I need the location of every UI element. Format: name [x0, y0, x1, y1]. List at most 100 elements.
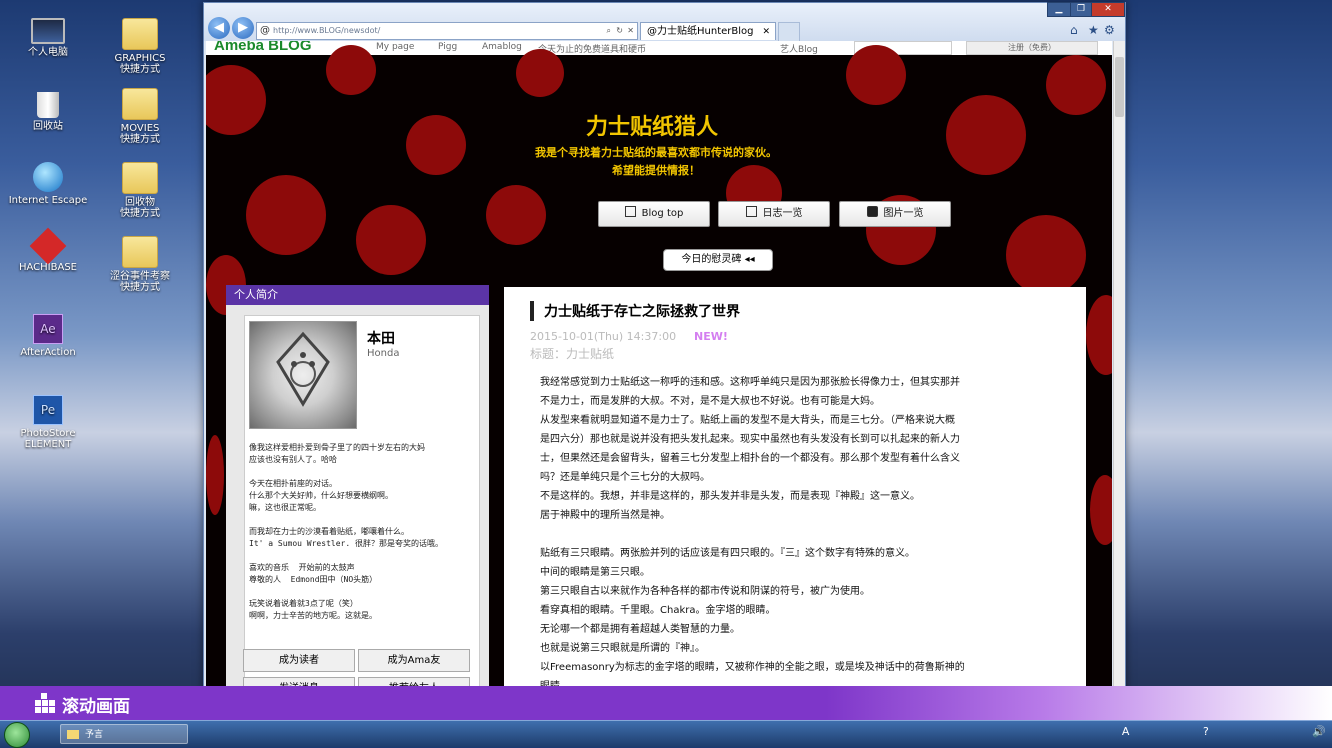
folder-shortcut-icon: [122, 18, 158, 50]
desktop-icon-label: 回收物 快捷方式: [120, 197, 160, 219]
nav-label: 图片一览: [883, 208, 924, 219]
entry-line: 不是力士，而是发胖的大叔。不对，是不是大叔也不好说。也有可能是大妈。: [540, 396, 880, 407]
ameba-link-mypage[interactable]: My page: [376, 42, 414, 52]
desktop-icon-label: PhotoStore ELEMENT: [20, 428, 76, 450]
nav-blog-top-button[interactable]: Blog top: [598, 201, 710, 227]
desktop-icon-pc[interactable]: 个人电脑: [8, 18, 88, 58]
desktop-icon-photostore[interactable]: Pe PhotoStore ELEMENT: [8, 395, 88, 450]
entry-line: 第三只眼自古以来就作为各种各样的都市传说和阴谋的符号，被广为使用。: [540, 586, 870, 597]
folder-shortcut-icon: [122, 236, 158, 268]
folder-shortcut-icon: [122, 162, 158, 194]
blog-subtitle-line2: 希望能提供情报！: [612, 164, 700, 177]
decor-blot: [1090, 475, 1112, 545]
profile-bio: 像我这样爱相扑爱到骨子里了的四十岁左右的大妈 应该也没有别人了。哈哈 今天在相扑…: [249, 443, 443, 620]
desktop-icon-afteraction[interactable]: Ae AfterAction: [8, 314, 88, 358]
desktop-icon-graphics[interactable]: GRAPHICS 快捷方式: [100, 18, 180, 75]
entry-title[interactable]: 力士贴纸于存亡之际拯救了世界: [530, 301, 740, 321]
ameba-logo[interactable]: Ameba BLOG: [214, 41, 312, 54]
decor-blot: [516, 49, 564, 97]
desktop-icon-recycle[interactable]: 回收站: [8, 92, 88, 132]
start-button[interactable]: [4, 722, 30, 748]
browser-window: ◀ ▶ @ http://www.BLOG/newsdot/ ⌕ ↻ ✕ @力士贴…: [203, 2, 1126, 720]
page-icon: [745, 206, 757, 217]
decor-blot: [356, 205, 426, 275]
blog-title[interactable]: 力士贴纸猎人: [586, 109, 718, 141]
entry-line: 贴纸有三只眼睛。两张脸并列的话应该是有四只眼的。『三』这个数字有特殊的意义。: [540, 548, 915, 559]
new-tab-button[interactable]: [778, 22, 800, 42]
afteraction-icon: Ae: [33, 314, 63, 344]
decor-blot: [486, 185, 546, 245]
desktop-icon-movies[interactable]: MOVIES 快捷方式: [100, 88, 180, 145]
ameba-link-celeb[interactable]: 艺人Blog: [780, 42, 818, 55]
back-button[interactable]: ◀: [208, 17, 230, 39]
ameba-register-button[interactable]: 注册（免费）: [966, 41, 1098, 55]
nav-images-button[interactable]: 图片一览: [839, 201, 951, 227]
camera-icon: [866, 206, 878, 217]
ameba-link-amablog[interactable]: Amablog: [482, 42, 522, 52]
photostore-icon: Pe: [33, 395, 63, 425]
entry-line: 士，但果然还是会留背头，留着三七分发型上相扑台的一个都没有。那么那个发型有着什么…: [540, 453, 960, 464]
avatar[interactable]: [249, 321, 357, 429]
entry-date: 2015-10-01(Thu) 14:37:00: [530, 330, 677, 343]
profile-card: 本田 Honda 像我这样爱相扑爱到骨子里了的四十岁左右的大妈 应该也没有别人了…: [243, 315, 480, 717]
gear-icon[interactable]: ⚙: [1104, 23, 1115, 37]
ime-icon[interactable]: A: [1122, 725, 1130, 738]
profile-name-romaji: Honda: [367, 348, 400, 359]
desktop-icon-label: AfterAction: [20, 347, 76, 358]
desktop-icon-shibuya[interactable]: 涩谷事件考察 快捷方式: [100, 236, 180, 293]
system-tray[interactable]: A ? 🔊: [1122, 725, 1326, 738]
entry-line: 不是这样的。我想，并非是这样的，那头发并非是头发，而是表现『神殿』这一意义。: [540, 491, 920, 502]
minimize-button[interactable]: ▁: [1047, 2, 1071, 17]
grid-icon: [35, 693, 55, 713]
search-icon[interactable]: ⌕: [607, 23, 611, 39]
close-tab-icon[interactable]: ✕: [762, 23, 770, 41]
maximize-button[interactable]: ❐: [1070, 2, 1092, 17]
taskbar-task[interactable]: 予言: [60, 724, 188, 744]
entry-line: 也就是说第三只眼就是所谓的『神』。: [540, 643, 705, 654]
nav-entries-button[interactable]: 日志一览: [718, 201, 830, 227]
decor-blot: [1046, 55, 1106, 115]
decor-blot: [206, 435, 224, 515]
address-text: http://www.BLOG/newsdot/: [273, 26, 381, 35]
scrollbar-thumb[interactable]: [1115, 57, 1124, 117]
recycle-bin-icon: [37, 92, 59, 118]
nav-label: 日志一览: [762, 208, 803, 219]
address-bar[interactable]: @ http://www.BLOG/newsdot/ ⌕ ↻ ✕: [256, 22, 638, 40]
irei-button[interactable]: 今日的慰灵碑 ◂◂: [663, 249, 773, 271]
entry-line: 看穿真相的眼睛。千里眼。Chakra。金字塔的眼睛。: [540, 605, 776, 616]
profile-header: 个人简介: [226, 285, 489, 305]
become-reader-button[interactable]: 成为读者: [243, 649, 355, 672]
home-icon[interactable]: ⌂: [1070, 23, 1078, 37]
favorites-star-icon[interactable]: ★: [1088, 23, 1099, 37]
profile-sidebar: 个人简介 本田 Honda 像我这样爱相扑爱到骨子里了的四十岁左右的大妈 应该也…: [226, 285, 489, 717]
entry-line: 是四六分）那也就是说并没有把头发扎起来。现实中虽然也有头发没有长到可以扎起来的新…: [540, 434, 960, 445]
entry-line: [540, 525, 1050, 544]
stop-icon[interactable]: ✕: [627, 23, 634, 39]
become-ama-friend-button[interactable]: 成为Ama友: [358, 649, 470, 672]
desktop-icon-label: MOVIES 快捷方式: [120, 123, 160, 145]
entry-line: 吗？还是单纯只是个三七分的大叔吗。: [540, 472, 710, 483]
vertical-scrollbar[interactable]: [1113, 41, 1125, 717]
desktop-icon-recycled[interactable]: 回收物 快捷方式: [100, 162, 180, 219]
ameba-link-pigg[interactable]: Pigg: [438, 42, 457, 52]
entry-line: 从发型来看就明显知道不是力士了。贴纸上画的发型不是大背头，而是三七分。（严格来说…: [540, 415, 955, 426]
desktop-icon-hachibase[interactable]: HACHIBASE: [8, 227, 88, 273]
globe-icon: [33, 162, 63, 192]
tab-active[interactable]: @力士贴纸HunterBlog ✕: [640, 22, 776, 40]
close-button[interactable]: ✕: [1091, 2, 1125, 17]
folder-shortcut-icon: [122, 88, 158, 120]
desktop-icon-internet[interactable]: Internet Escape: [8, 162, 88, 206]
help-icon[interactable]: ?: [1203, 725, 1209, 738]
decor-blot: [1086, 295, 1112, 375]
entry-line: 居于神殿中的理所当然是神。: [540, 510, 670, 521]
entry-line: 无论哪一个都是拥有着超越人类智慧的力量。: [540, 624, 740, 635]
sticker-face-image: [276, 331, 330, 407]
computer-icon: [31, 18, 65, 44]
forward-button[interactable]: ▶: [232, 17, 254, 39]
entry-theme[interactable]: 标题：力士贴纸: [530, 345, 614, 362]
decor-blot: [206, 65, 266, 135]
refresh-icon[interactable]: ↻: [616, 23, 623, 39]
volume-icon[interactable]: 🔊: [1312, 725, 1326, 738]
new-badge: NEW!: [694, 330, 728, 343]
entry-body: 我经常感觉到力士贴纸这一称呼的违和感。这称呼单纯只是因为那张脸长得像力士，但其实…: [540, 373, 1050, 696]
